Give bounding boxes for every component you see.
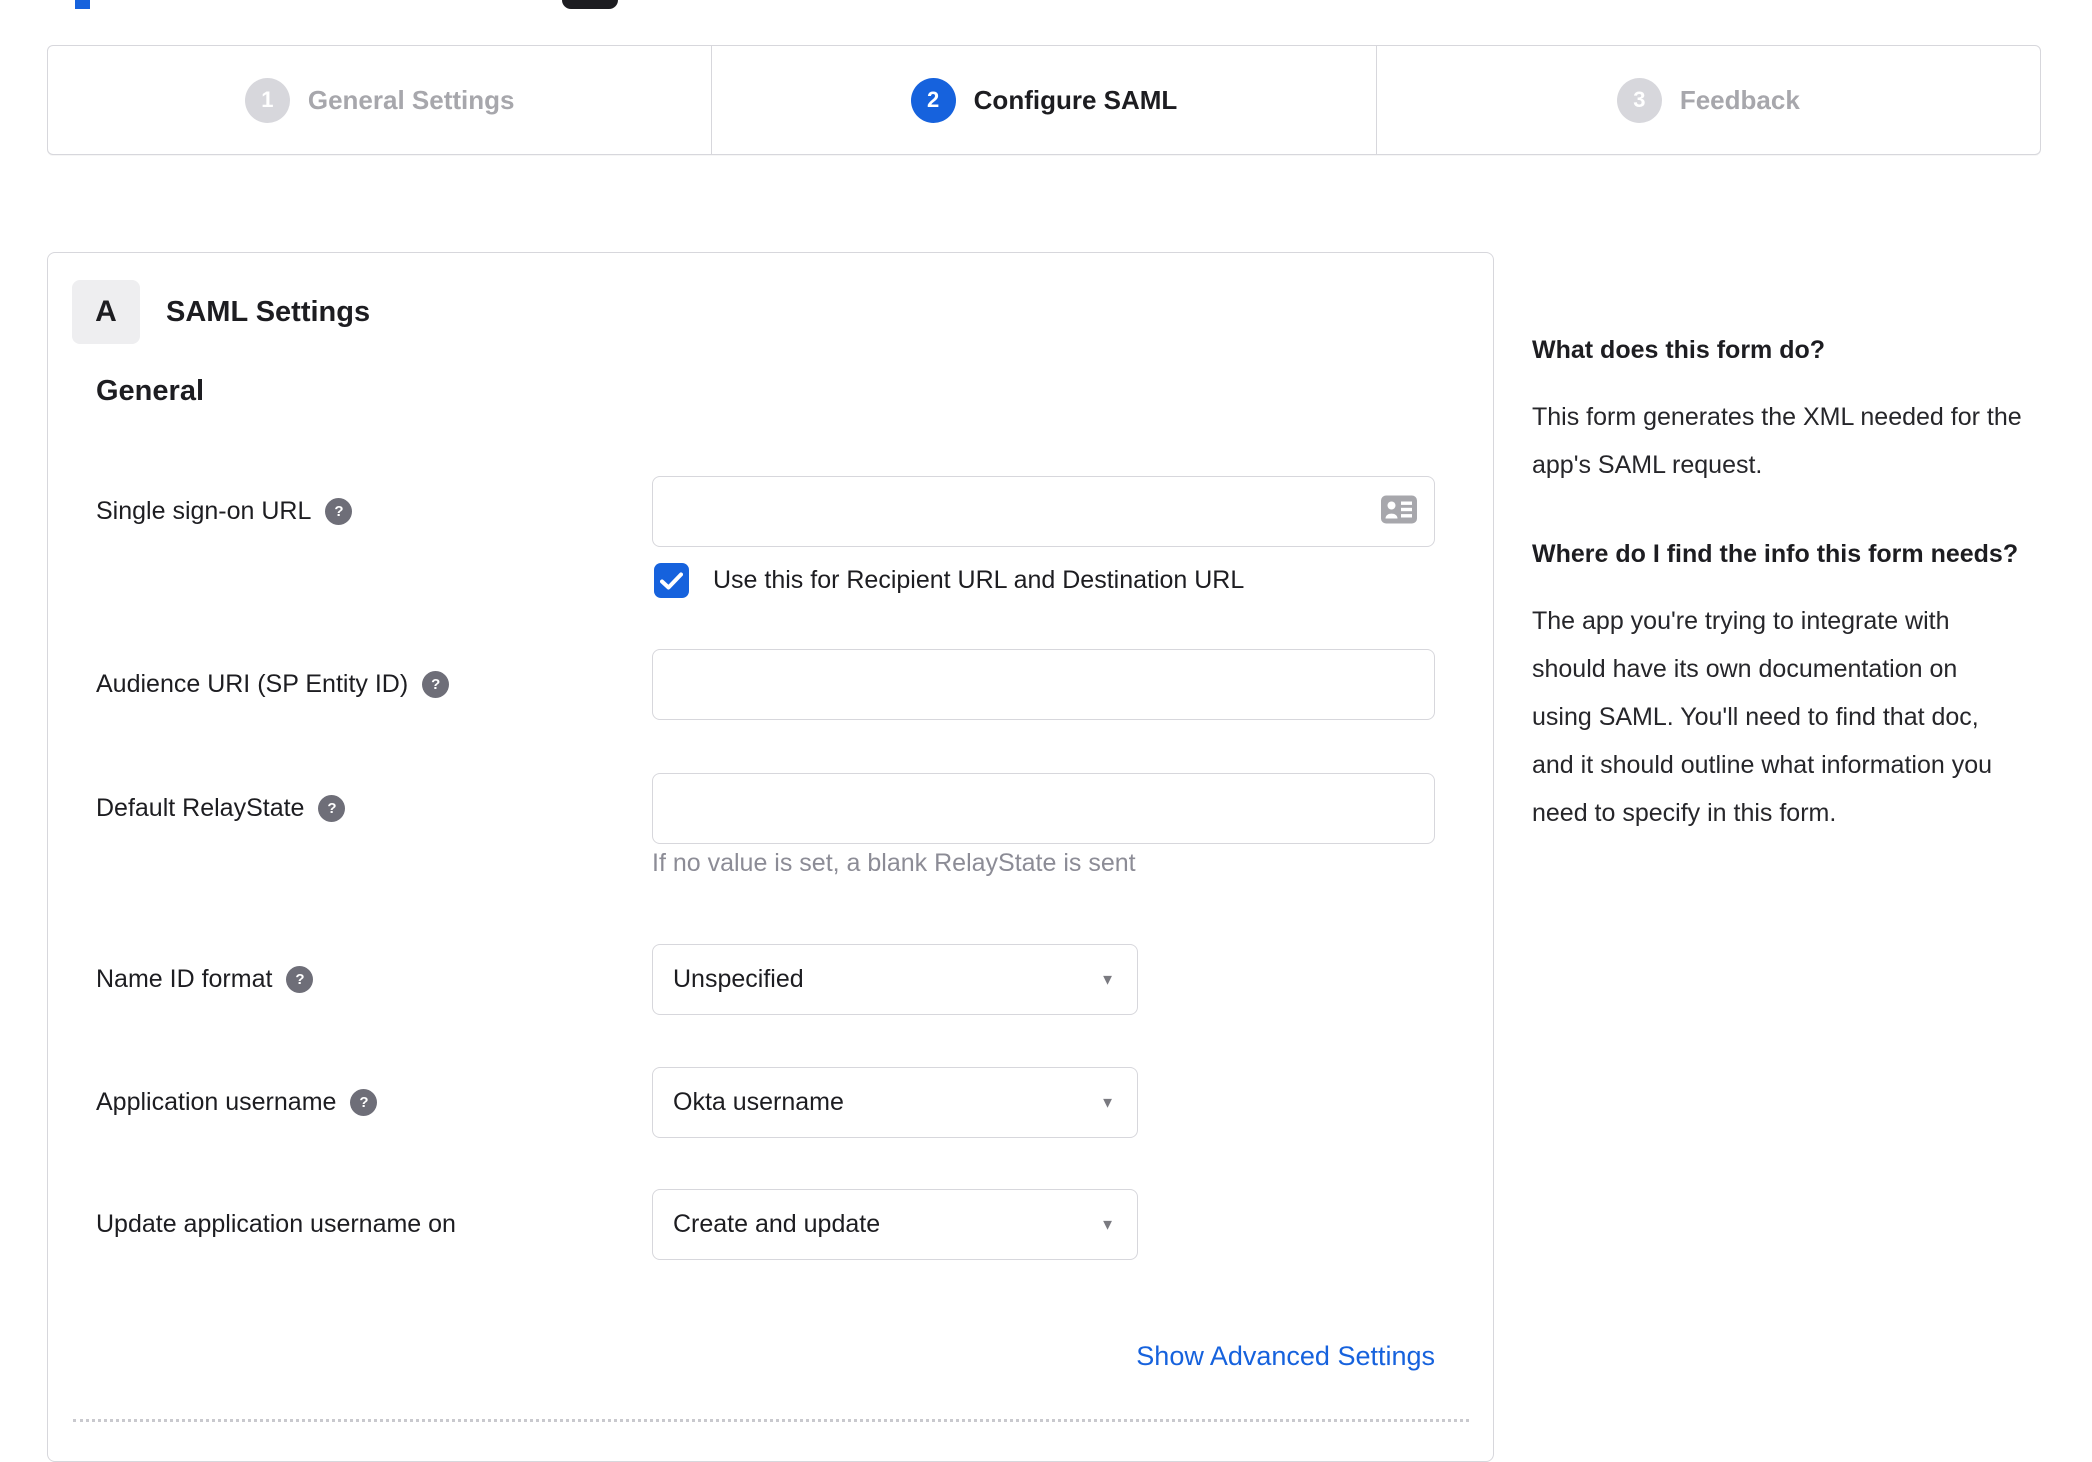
- checkmark-icon: [660, 572, 683, 589]
- nameid-format-label-text: Name ID format: [96, 965, 273, 993]
- help-question-1: What does this form do?: [1532, 336, 1826, 364]
- section-dashed-divider: [73, 1419, 1469, 1422]
- recipient-url-checkbox-label[interactable]: Use this for Recipient URL and Destinati…: [713, 563, 1244, 598]
- help-answer-2: The app you're trying to integrate with …: [1532, 607, 1993, 827]
- section-a-badge: A: [72, 280, 140, 344]
- nameid-format-value: Unspecified: [673, 965, 804, 993]
- section-title: SAML Settings: [166, 295, 371, 328]
- audience-help-icon[interactable]: ?: [422, 671, 450, 698]
- cutoff-dark-button-fragment: [562, 0, 618, 9]
- app-username-label-text: Application username: [96, 1088, 337, 1116]
- step-general-settings[interactable]: 1 General Settings: [48, 46, 711, 154]
- audience-uri-input-wrap: [652, 649, 1435, 720]
- recipient-url-checkbox[interactable]: [654, 563, 689, 598]
- contact-card-icon[interactable]: [1381, 495, 1417, 528]
- nameid-format-label: Name ID format ?: [96, 944, 314, 1015]
- update-username-label: Update application username on: [96, 1189, 456, 1260]
- audience-uri-label: Audience URI (SP Entity ID) ?: [96, 649, 450, 720]
- step-label: Configure SAML: [973, 84, 1178, 115]
- step-number-badge: 1: [244, 77, 290, 123]
- relaystate-label: Default RelayState ?: [96, 773, 346, 844]
- relaystate-label-text: Default RelayState: [96, 794, 305, 822]
- step-configure-saml[interactable]: 2 Configure SAML: [711, 46, 1375, 154]
- sso-url-label-text: Single sign-on URL: [96, 497, 312, 525]
- relaystate-input-wrap: [652, 773, 1435, 844]
- help-question-2: Where do I find the info this form needs…: [1532, 540, 2019, 568]
- update-username-value: Create and update: [673, 1210, 881, 1238]
- sso-url-input-wrap: [652, 476, 1435, 547]
- step-number-badge: 2: [910, 77, 956, 123]
- wizard-stepper: 1 General Settings 2 Configure SAML 3 Fe…: [47, 45, 2041, 155]
- app-username-help-icon[interactable]: ?: [350, 1089, 378, 1116]
- nameid-help-icon[interactable]: ?: [286, 966, 314, 993]
- update-username-select[interactable]: Create and update ▼: [652, 1189, 1138, 1260]
- cutoff-blue-logo-fragment: [75, 0, 90, 9]
- relaystate-input[interactable]: [652, 773, 1435, 844]
- step-feedback[interactable]: 3 Feedback: [1375, 46, 2040, 154]
- help-answer-1: This form generates the XML needed for t…: [1532, 403, 2022, 479]
- app-username-label: Application username ?: [96, 1067, 378, 1138]
- step-label: General Settings: [307, 84, 515, 115]
- show-advanced-settings-link[interactable]: Show Advanced Settings: [652, 1341, 1435, 1372]
- app-username-value: Okta username: [673, 1088, 844, 1116]
- audience-uri-label-text: Audience URI (SP Entity ID): [96, 670, 409, 698]
- chevron-down-icon: ▼: [1100, 1216, 1115, 1233]
- relaystate-hint: If no value is set, a blank RelayState i…: [652, 849, 1136, 877]
- chevron-down-icon: ▼: [1100, 1094, 1115, 1111]
- sso-url-label: Single sign-on URL ?: [96, 476, 353, 547]
- saml-settings-card: A SAML Settings General Single sign-on U…: [47, 252, 1494, 1462]
- step-label: Feedback: [1679, 84, 1800, 115]
- sso-url-input[interactable]: [652, 476, 1435, 547]
- update-username-label-text: Update application username on: [96, 1210, 456, 1238]
- sso-help-icon[interactable]: ?: [325, 498, 353, 525]
- chevron-down-icon: ▼: [1100, 971, 1115, 988]
- app-username-select[interactable]: Okta username ▼: [652, 1067, 1138, 1138]
- relaystate-help-icon[interactable]: ?: [318, 795, 346, 822]
- nameid-format-select[interactable]: Unspecified ▼: [652, 944, 1138, 1015]
- audience-uri-input[interactable]: [652, 649, 1435, 720]
- step-number-badge: 3: [1616, 77, 1662, 123]
- help-sidebar: What does this form do? This form genera…: [1532, 327, 2022, 837]
- general-group-heading: General: [96, 375, 204, 407]
